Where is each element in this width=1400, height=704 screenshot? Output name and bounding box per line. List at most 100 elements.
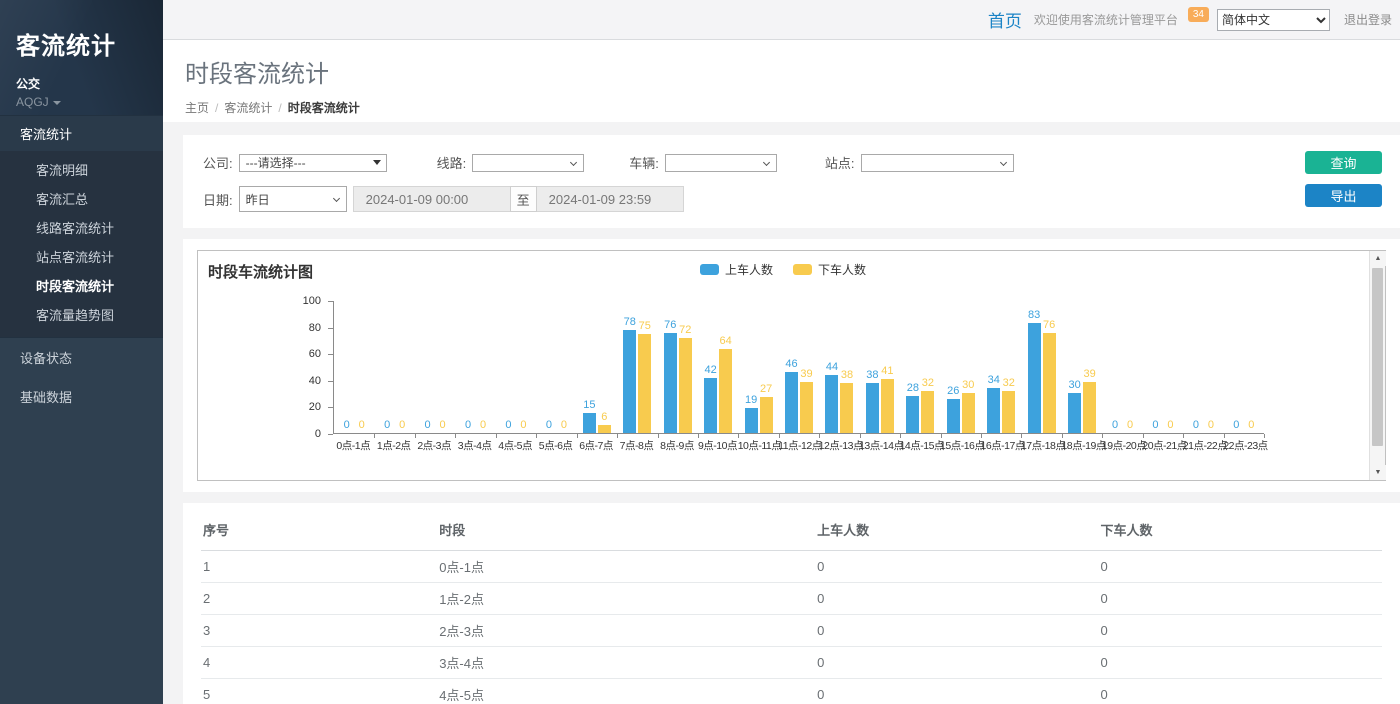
bar[interactable] (679, 338, 692, 433)
line-select[interactable] (472, 154, 584, 172)
query-button[interactable]: 查询 (1305, 151, 1382, 174)
chevron-down-icon (333, 195, 340, 202)
language-select[interactable]: 简体中文 (1217, 9, 1330, 31)
x-axis-tick-label: 0点-1点 (333, 438, 373, 453)
export-button[interactable]: 导出 (1305, 184, 1382, 207)
x-axis-tick-label: 21点-22点 (1183, 438, 1223, 453)
bar[interactable] (638, 334, 651, 433)
bar[interactable] (583, 413, 596, 433)
breadcrumb-link[interactable]: 客流统计 (224, 101, 272, 115)
table-cell: 5 (201, 679, 437, 704)
bar-value-label: 0 (359, 419, 365, 431)
sidebar: 客流统计 公交 AQGJ 客流统计 客流明细客流汇总线路客流统计站点客流统计时段… (0, 0, 163, 704)
page-title: 时段客流统计 (185, 54, 1400, 89)
breadcrumb-separator: / (215, 101, 218, 115)
bar[interactable] (704, 378, 717, 433)
bar-column: 0 (1230, 301, 1243, 433)
bar[interactable] (825, 375, 838, 433)
bar-column: 39 (800, 301, 813, 433)
bar[interactable] (598, 425, 611, 433)
bar[interactable] (800, 382, 813, 433)
org-code-dropdown[interactable]: AQGJ (16, 95, 163, 109)
bar-value-label: 39 (800, 368, 812, 380)
sidebar-item-passenger-stats[interactable]: 客流统计 (0, 115, 163, 151)
scroll-up-icon[interactable]: ▲ (1370, 251, 1386, 266)
sidebar-subitem[interactable]: 站点客流统计 (0, 242, 163, 271)
sidebar-subitem[interactable]: 时段客流统计 (0, 271, 163, 300)
bar-value-label: 19 (745, 394, 757, 406)
bar-value-label: 0 (1248, 419, 1254, 431)
x-axis-tick-label: 13点-14点 (859, 438, 899, 453)
legend-item[interactable]: 上车人数 (700, 261, 773, 278)
y-axis-tick (328, 354, 333, 355)
date-start-input[interactable]: 2024-01-09 00:00 (353, 186, 510, 212)
date-end-input[interactable]: 2024-01-09 23:59 (537, 186, 684, 212)
org-name: 公交 (16, 75, 163, 92)
table-row: 54点-5点00 (201, 679, 1382, 704)
bar[interactable] (866, 383, 879, 433)
bar[interactable] (1043, 333, 1056, 433)
bar-group: 00 (1183, 301, 1223, 433)
bar-plot-area: 0000000000001567875767242641927463944383… (333, 301, 1264, 434)
x-axis-tick-label: 9点-10点 (697, 438, 737, 453)
bar[interactable] (1002, 391, 1015, 433)
sidebar-item[interactable]: 基础数据 (0, 377, 163, 416)
bar[interactable] (881, 379, 894, 433)
bar[interactable] (1068, 393, 1081, 433)
notification-badge[interactable]: 34 (1188, 7, 1209, 22)
home-link[interactable]: 首页 (988, 7, 1022, 32)
line-label: 线路: (437, 153, 467, 172)
bar-column: 30 (962, 301, 975, 433)
bar[interactable] (962, 393, 975, 433)
bar[interactable] (664, 333, 677, 433)
date-preset-select[interactable]: 昨日 (239, 186, 347, 212)
bar[interactable] (947, 399, 960, 433)
table-cell: 0 (1099, 647, 1382, 679)
bar-group: 00 (455, 301, 495, 433)
bar[interactable] (840, 383, 853, 433)
chevron-down-icon (999, 158, 1006, 165)
bar[interactable] (1028, 323, 1041, 433)
bar[interactable] (785, 372, 798, 433)
bar[interactable] (760, 397, 773, 433)
legend-item[interactable]: 下车人数 (793, 261, 866, 278)
table-cell: 1点-2点 (437, 583, 815, 615)
table-row: 32点-3点00 (201, 615, 1382, 647)
table-body: 10点-1点0021点-2点0032点-3点0043点-4点0054点-5点00… (201, 551, 1382, 704)
bar[interactable] (623, 330, 636, 433)
x-axis-tick-label: 12点-13点 (819, 438, 859, 453)
bar[interactable] (921, 391, 934, 433)
logout-link[interactable]: 退出登录 (1344, 11, 1392, 28)
sidebar-item[interactable]: 设备状态 (0, 338, 163, 377)
bar[interactable] (1083, 382, 1096, 433)
bar[interactable] (745, 408, 758, 433)
sidebar-subitem[interactable]: 客流汇总 (0, 184, 163, 213)
vehicle-select[interactable] (665, 154, 777, 172)
x-axis-tick-label: 8点-9点 (657, 438, 697, 453)
breadcrumb-link[interactable]: 主页 (185, 101, 209, 115)
bar[interactable] (987, 388, 1000, 433)
sidebar-subitem[interactable]: 客流明细 (0, 155, 163, 184)
bar[interactable] (719, 349, 732, 433)
company-select[interactable]: ---请选择--- (239, 154, 387, 172)
scroll-down-icon[interactable]: ▼ (1370, 465, 1386, 480)
table-header-cell: 时段 (437, 509, 815, 551)
bar-value-label: 0 (1208, 419, 1214, 431)
sidebar-subitem[interactable]: 客流量趋势图 (0, 300, 163, 329)
scrollbar-thumb[interactable] (1372, 268, 1383, 446)
bar[interactable] (906, 396, 919, 433)
x-axis-tick-label: 2点-3点 (414, 438, 454, 453)
bar-value-label: 0 (1193, 419, 1199, 431)
bar-column: 0 (517, 301, 530, 433)
x-axis-tick-label: 3点-4点 (454, 438, 494, 453)
bar-column: 76 (1043, 301, 1056, 433)
sidebar-subitem[interactable]: 线路客流统计 (0, 213, 163, 242)
bar-column: 0 (542, 301, 555, 433)
y-axis-tick (328, 434, 333, 435)
station-select[interactable] (861, 154, 1014, 172)
table-cell: 0 (1099, 583, 1382, 615)
bar-value-label: 15 (583, 399, 595, 411)
bar-group: 2832 (900, 301, 940, 433)
chart-head: 时段车流统计图 上车人数下车人数 (208, 261, 1368, 282)
chart-scrollbar[interactable]: ▲ ▼ (1369, 251, 1385, 480)
